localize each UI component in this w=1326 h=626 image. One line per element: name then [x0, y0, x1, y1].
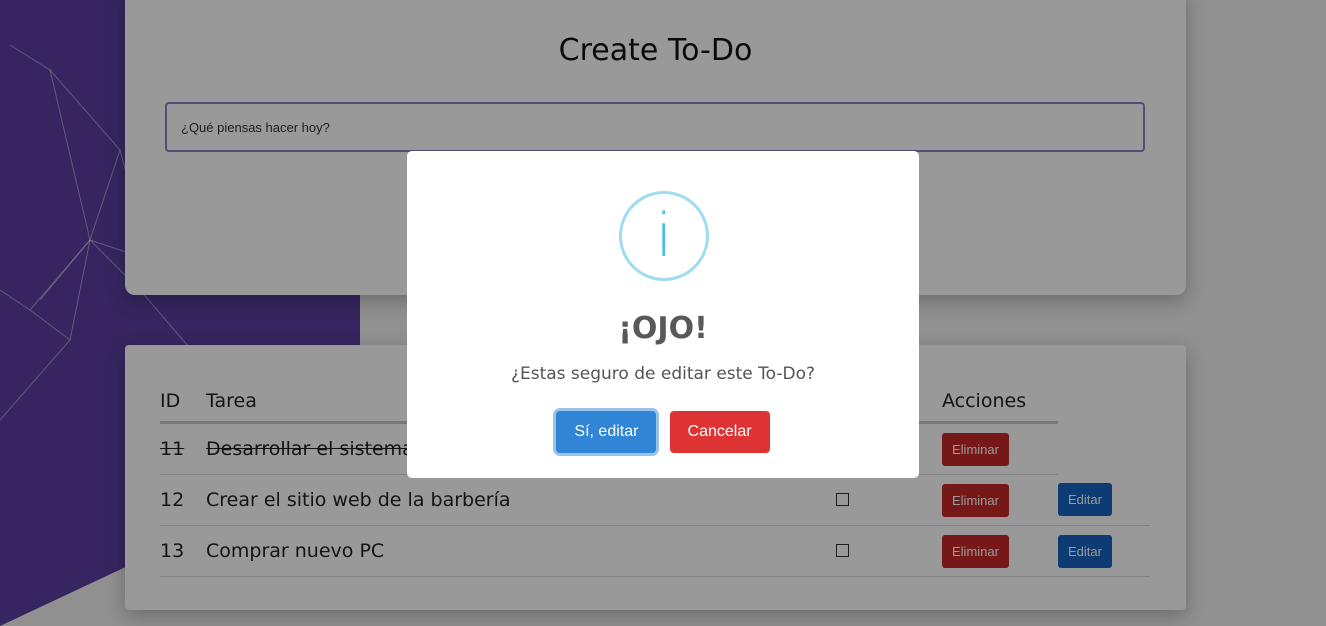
info-icon: i	[619, 191, 709, 281]
dialog-message: ¿Estas seguro de editar este To-Do?	[510, 364, 816, 384]
dialog-title: ¡OJO!	[618, 311, 708, 346]
confirm-edit-button[interactable]: Sí, editar	[556, 411, 657, 453]
confirm-dialog: i ¡OJO! ¿Estas seguro de editar este To-…	[407, 151, 919, 478]
dialog-actions: Sí, editar Cancelar	[407, 411, 919, 453]
cancel-button[interactable]: Cancelar	[669, 411, 770, 453]
